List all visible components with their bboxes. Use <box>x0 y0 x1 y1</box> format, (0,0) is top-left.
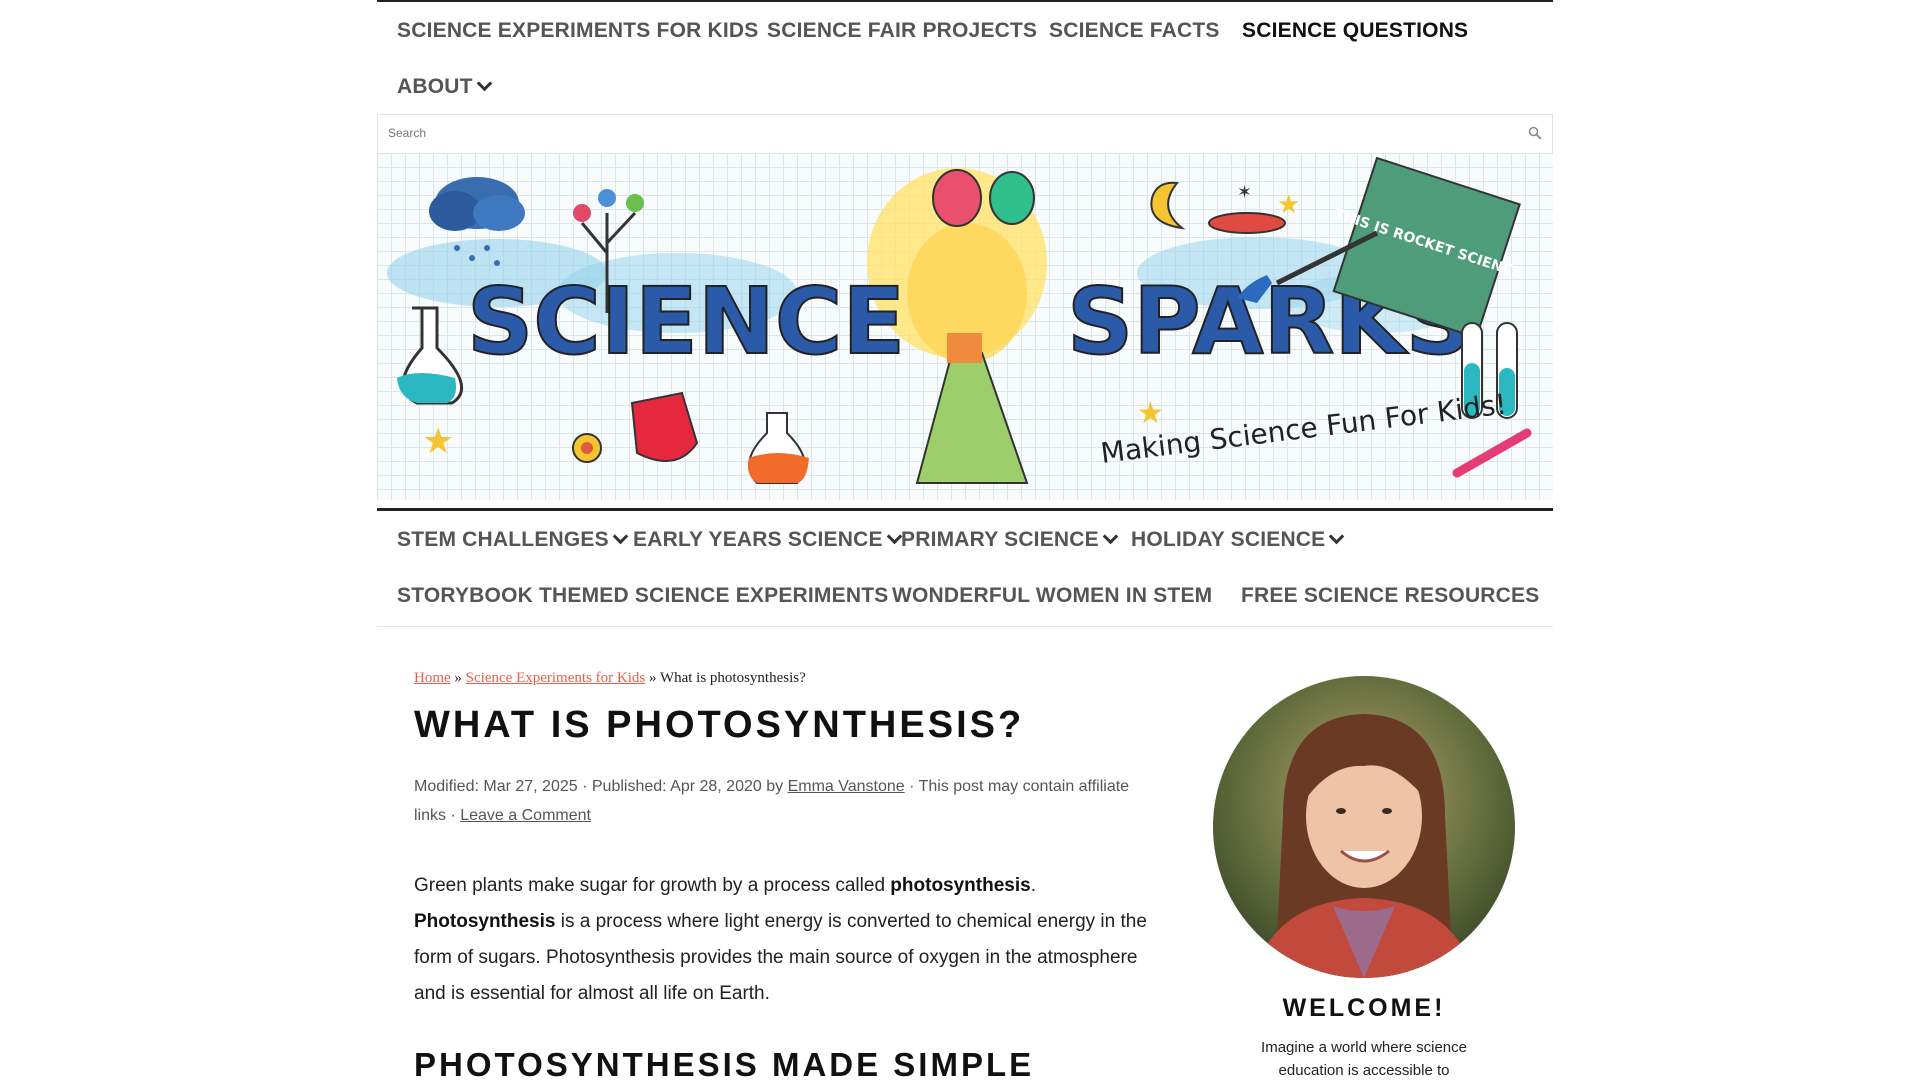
article-intro-paragraph: Green plants make sugar for growth by a … <box>414 868 1149 1012</box>
nav-holiday-science[interactable]: HOLIDAY SCIENCE <box>1131 528 1345 552</box>
nav-early-years-label: EARLY YEARS SCIENCE <box>633 528 883 551</box>
nav-early-years-science[interactable]: EARLY YEARS SCIENCE <box>633 528 902 552</box>
svg-text:★: ★ <box>1137 397 1164 430</box>
nav-storybook-science[interactable]: STORYBOOK THEMED SCIENCE EXPERIMENTS <box>397 584 888 608</box>
nav-free-resources[interactable]: FREE SCIENCE RESOURCES <box>1241 584 1539 608</box>
page-wrapper: SCIENCE EXPERIMENTS FOR KIDS SCIENCE FAI… <box>377 0 1553 1083</box>
nav-about[interactable]: ABOUT <box>397 75 492 99</box>
page-title: WHAT IS PHOTOSYNTHESIS? <box>414 704 1025 746</box>
banner-title-left: SCIENCE <box>467 268 905 375</box>
welcome-text: Imagine a world where science education … <box>1261 1039 1467 1079</box>
para-bold-term: Photosynthesis <box>414 911 556 932</box>
breadcrumb-home-link[interactable]: Home <box>414 670 451 686</box>
chevron-down-icon <box>1102 528 1119 545</box>
para-text: . <box>1030 875 1036 896</box>
breadcrumb-separator: » <box>450 670 466 686</box>
post-meta: Modified: Mar 27, 2025 · Published: Apr … <box>414 772 1144 830</box>
leave-comment-link[interactable]: Leave a Comment <box>460 807 591 824</box>
author-link[interactable]: Emma Vanstone <box>788 778 905 795</box>
breadcrumb: Home » Science Experiments for Kids » Wh… <box>414 670 806 687</box>
post-dates: Modified: Mar 27, 2025 · Published: Apr … <box>414 778 788 795</box>
volcano-icon <box>915 352 1029 484</box>
nav-primary-science[interactable]: PRIMARY SCIENCE <box>901 528 1119 552</box>
para-bold-term: photosynthesis <box>890 875 1031 896</box>
svg-text:★: ★ <box>1277 189 1300 219</box>
banner-illustration: SCIENCE SPARKS ★ ✶ ★ ★ THIS IS ROCKET SC… <box>387 156 1532 484</box>
para-text: Green plants make sugar for growth by a … <box>414 875 891 896</box>
top-navigation: SCIENCE EXPERIMENTS FOR KIDS SCIENCE FAI… <box>377 0 1553 114</box>
nav-primary-science-label: PRIMARY SCIENCE <box>901 528 1099 551</box>
breadcrumb-category-link[interactable]: Science Experiments for Kids <box>466 670 646 686</box>
nav-about-label: ABOUT <box>397 75 473 98</box>
welcome-heading: WELCOME! <box>1282 994 1446 1022</box>
breadcrumb-current: What is photosynthesis? <box>659 670 806 686</box>
category-navigation: STEM CHALLENGES EARLY YEARS SCIENCE PRIM… <box>377 508 1553 627</box>
nav-science-questions[interactable]: SCIENCE QUESTIONS <box>1242 19 1468 43</box>
nav-science-fair-projects[interactable]: SCIENCE FAIR PROJECTS <box>767 19 1037 43</box>
breadcrumb-separator: » <box>645 670 660 686</box>
section-heading: PHOTOSYNTHESIS MADE SIMPLE <box>414 1046 1035 1083</box>
chevron-down-icon <box>612 528 629 545</box>
nav-science-experiments[interactable]: SCIENCE EXPERIMENTS FOR KIDS <box>397 19 758 43</box>
svg-text:✶: ✶ <box>1237 182 1252 202</box>
nav-holiday-science-label: HOLIDAY SCIENCE <box>1131 528 1326 551</box>
nav-stem-challenges[interactable]: STEM CHALLENGES <box>397 528 629 552</box>
nav-science-facts[interactable]: SCIENCE FACTS <box>1049 19 1220 43</box>
author-avatar <box>1213 676 1515 978</box>
nav-women-in-stem[interactable]: WONDERFUL WOMEN IN STEM <box>892 584 1212 608</box>
nav-stem-challenges-label: STEM CHALLENGES <box>397 528 609 551</box>
chevron-down-icon <box>476 75 492 92</box>
search-icon[interactable] <box>1528 126 1542 140</box>
svg-text:★: ★ <box>422 420 454 461</box>
search-input[interactable] <box>378 115 1498 151</box>
chevron-down-icon <box>1329 528 1345 545</box>
search-bar <box>377 114 1553 154</box>
chevron-down-icon <box>886 528 902 545</box>
site-header-banner[interactable]: SCIENCE SPARKS ★ ✶ ★ ★ THIS IS ROCKET SC… <box>377 153 1553 500</box>
